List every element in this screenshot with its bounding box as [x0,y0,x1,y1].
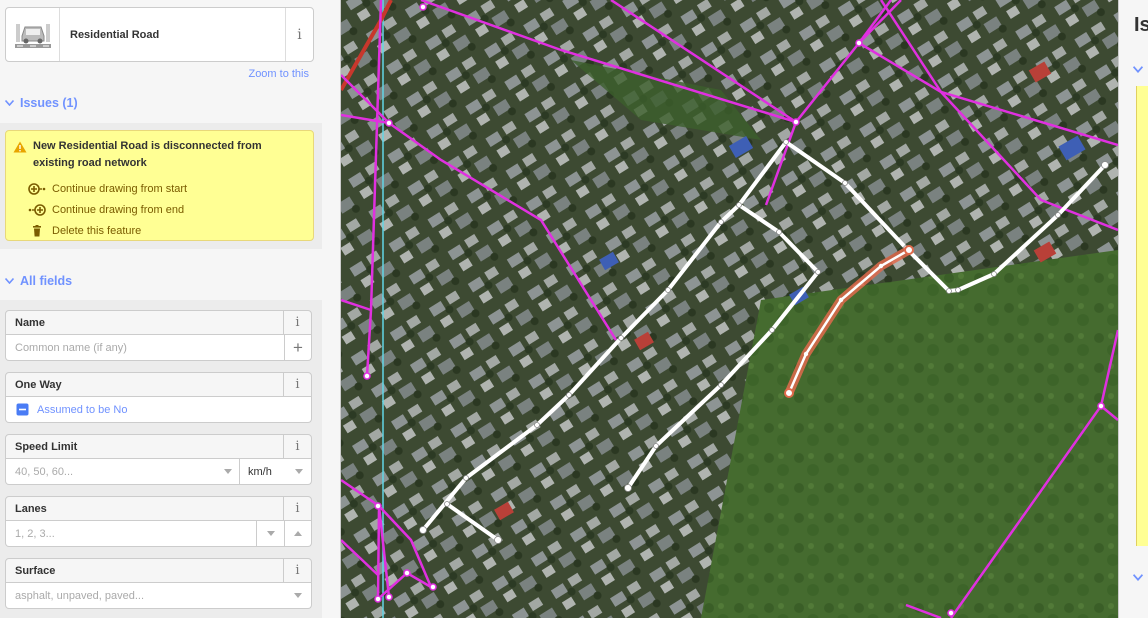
satellite-map[interactable] [341,0,1118,618]
zoom-to-feature-link[interactable]: Zoom to this [248,68,309,80]
continue-start-icon [28,183,46,195]
preset-header[interactable]: Residential Road i [5,7,314,62]
field-info-button[interactable]: i [283,435,311,458]
caret-down-icon [224,469,232,474]
field-info-button[interactable]: i [283,559,311,582]
fields-section: Name i Common name (if any) + One Way i … [0,300,322,618]
issues-section-toggle[interactable]: Issues (1) [5,96,78,110]
field-info-button[interactable]: i [283,373,311,396]
field-surface: Surface i asphalt, unpaved, paved... [5,558,312,609]
field-lanes: Lanes i 1, 2, 3... [5,496,312,547]
car-road-icon [6,8,60,61]
issues-section: New Residential Road is disconnected fro… [0,123,322,249]
speed-unit-select[interactable]: km/h [239,459,311,484]
fix-label: Continue drawing from start [52,183,188,195]
trash-icon [33,225,41,237]
map-canvas[interactable] [341,0,1118,618]
fix-label: Delete this feature [52,225,142,237]
field-label-text: Lanes [15,502,47,515]
fix-continue-from-start[interactable]: Continue drawing from start [28,183,187,195]
warning-icon [13,141,27,153]
issues-section-title: Issues (1) [20,96,78,110]
indeterminate-checkbox-icon [16,403,29,416]
chevron-down-icon[interactable] [1133,66,1143,73]
field-label: Lanes i [5,496,312,521]
surface-combo[interactable]: asphalt, unpaved, paved... [5,583,312,609]
lanes-placeholder: 1, 2, 3... [15,527,55,540]
caret-down-icon [293,593,302,598]
issues-pane-title: Is [1134,14,1148,36]
speed-placeholder: 40, 50, 60... [15,465,74,478]
issues-pane-list[interactable] [1136,86,1148,546]
all-fields-section-title: All fields [20,274,73,288]
field-label: Name i [5,310,312,335]
speed-unit: km/h [248,465,272,478]
caret-down-icon [295,469,303,474]
inspector-sidebar: Residential Road i Zoom to this Issues (… [0,0,341,618]
oneway-value: Assumed to be No [37,403,128,416]
chevron-down-icon [5,100,14,106]
field-label-text: Speed Limit [15,440,78,453]
fix-delete-feature[interactable]: Delete this feature [28,225,141,237]
surface-placeholder: asphalt, unpaved, paved... [15,589,145,602]
speed-limit-input[interactable]: 40, 50, 60... km/h [5,459,312,485]
oneway-checkbox[interactable]: Assumed to be No [5,397,312,423]
field-info-button[interactable]: i [283,497,311,520]
field-label-text: Name [15,316,45,329]
field-label-text: One Way [15,378,62,391]
preset-name: Residential Road [70,28,160,41]
issues-pane: Is [1118,0,1148,618]
all-fields-section-toggle[interactable]: All fields [5,274,72,288]
issue-message: New Residential Road is disconnected fro… [33,140,262,169]
surface-combo-caret[interactable] [284,593,311,598]
chevron-down-icon[interactable] [1133,574,1143,581]
field-label: Speed Limit i [5,434,312,459]
speed-combo-caret[interactable] [217,469,239,474]
caret-down-icon [266,531,275,536]
lanes-input[interactable]: 1, 2, 3... [5,521,312,547]
field-label-text: Surface [15,564,56,577]
chevron-down-icon [5,278,14,284]
lanes-increment-button[interactable] [284,521,311,546]
issue-item[interactable]: New Residential Road is disconnected fro… [5,130,314,241]
field-label: One Way i [5,372,312,397]
name-input[interactable]: Common name (if any) + [5,335,312,361]
add-localized-name-button[interactable]: + [284,335,311,360]
field-name: Name i Common name (if any) + [5,310,312,361]
field-info-button[interactable]: i [283,311,311,334]
caret-up-icon [294,531,302,536]
fix-continue-from-end[interactable]: Continue drawing from end [28,204,184,216]
preset-info-button[interactable]: i [285,8,313,61]
fix-label: Continue drawing from end [52,204,185,216]
name-placeholder: Common name (if any) [15,341,127,354]
field-speed-limit: Speed Limit i 40, 50, 60... km/h [5,434,312,485]
field-oneway: One Way i Assumed to be No [5,372,312,423]
continue-end-icon [28,204,46,216]
field-label: Surface i [5,558,312,583]
lanes-decrement-button[interactable] [256,521,284,546]
